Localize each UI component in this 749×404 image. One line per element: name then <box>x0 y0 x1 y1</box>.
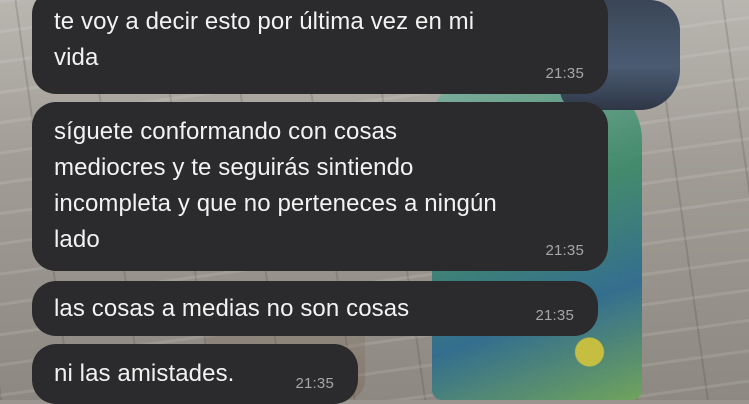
message-text: te voy a decir esto por última vez en mi… <box>54 8 475 71</box>
message-timestamp: 21:35 <box>545 65 584 82</box>
message-bubble[interactable]: síguete conformando con cosas mediocres … <box>32 102 608 271</box>
message-bubble[interactable]: te voy a decir esto por última vez en mi… <box>32 0 608 94</box>
message-timestamp: 21:35 <box>535 307 574 324</box>
message-bubble[interactable]: ni las amistades. 21:35 <box>32 344 358 404</box>
message-timestamp: 21:35 <box>295 375 334 392</box>
message-bubble[interactable]: las cosas a medias no son cosas 21:35 <box>32 281 598 336</box>
message-list[interactable]: te voy a decir esto por última vez en mi… <box>0 0 749 404</box>
message-text: síguete conformando con cosas mediocres … <box>54 118 497 253</box>
message-text: las cosas a medias no son cosas <box>54 295 410 322</box>
message-timestamp: 21:35 <box>545 242 584 259</box>
message-text: ni las amistades. <box>54 360 235 387</box>
